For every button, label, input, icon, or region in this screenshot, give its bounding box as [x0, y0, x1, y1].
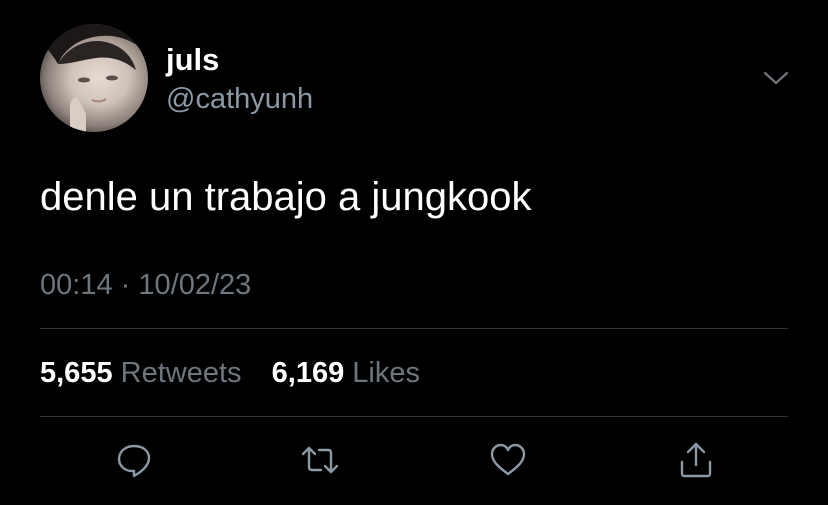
- action-bar: [0, 438, 828, 482]
- user-handle[interactable]: @cathyunh: [166, 82, 313, 116]
- retweet-button[interactable]: [298, 438, 342, 482]
- tweet-text: denle un trabajo a jungkook: [40, 175, 532, 219]
- divider: [40, 328, 788, 329]
- tweet-timestamp[interactable]: 00:14 · 10/02/23: [40, 268, 251, 302]
- reply-icon: [117, 444, 151, 478]
- heart-icon: [490, 443, 526, 476]
- retweets-label: Retweets: [120, 357, 242, 389]
- likes-label: Likes: [352, 357, 420, 389]
- retweet-icon: [301, 446, 339, 474]
- like-button[interactable]: [486, 438, 530, 482]
- retweets-count: 5,655: [40, 357, 113, 389]
- chevron-down-icon[interactable]: [762, 68, 790, 88]
- divider: [40, 416, 788, 417]
- retweets-stat[interactable]: 5,655 Retweets: [40, 357, 250, 389]
- likes-count: 6,169: [271, 357, 345, 389]
- tweet-date: 10/02/23: [138, 269, 252, 301]
- likes-stat[interactable]: 6,169 Likes: [272, 357, 420, 389]
- display-name[interactable]: juls: [166, 42, 219, 78]
- engagement-stats: 5,655 Retweets 6,169 Likes: [40, 356, 420, 390]
- tweet-time: 00:14: [40, 269, 113, 301]
- share-icon: [680, 442, 712, 478]
- share-button[interactable]: [674, 438, 718, 482]
- meta-separator: ·: [120, 269, 131, 301]
- reply-button[interactable]: [112, 438, 156, 482]
- avatar[interactable]: [40, 24, 148, 132]
- avatar-photo: [40, 24, 148, 132]
- tweet-card: juls @cathyunh denle un trabajo a jungko…: [0, 0, 828, 505]
